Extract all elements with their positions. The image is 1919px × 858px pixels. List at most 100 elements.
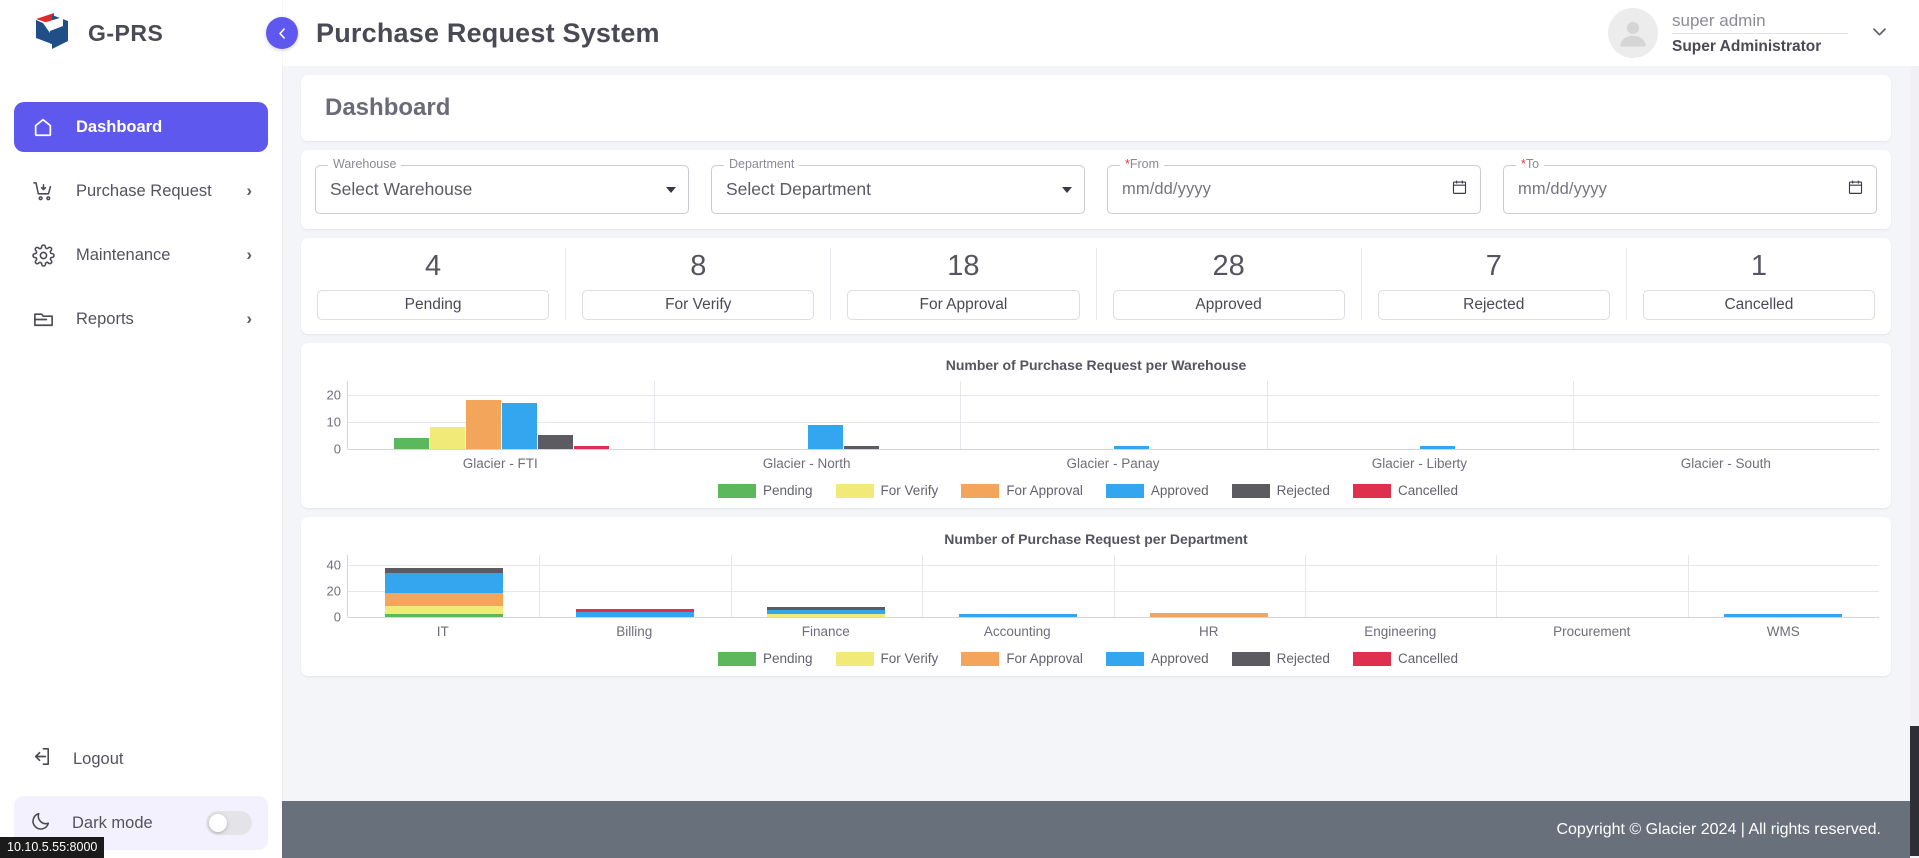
stacked-bar[interactable]	[767, 607, 886, 617]
bar-for-approval[interactable]	[465, 400, 501, 449]
bar-group	[1688, 555, 1879, 617]
folder-icon	[30, 308, 56, 331]
calendar-icon[interactable]	[1847, 178, 1864, 201]
legend-swatch	[961, 651, 1000, 666]
dark-mode-toggle[interactable]	[206, 811, 252, 835]
logout-button[interactable]: Logout	[14, 734, 268, 784]
dark-mode-label: Dark mode	[72, 813, 153, 832]
bar-pending[interactable]	[393, 438, 429, 449]
bar-approved[interactable]	[501, 402, 537, 449]
legend-label: Pending	[763, 483, 813, 498]
bar-segment-for-verify[interactable]	[767, 614, 886, 617]
legend-item[interactable]: Approved	[1105, 651, 1209, 666]
legend-item[interactable]: Cancelled	[1352, 651, 1458, 666]
bar-segment-for-approval[interactable]	[384, 593, 503, 607]
chart-legend: Pending For Verify For Approval Approved Rej…	[313, 483, 1879, 498]
bar-approved[interactable]	[1420, 446, 1456, 449]
chevron-right-icon: ›	[246, 245, 252, 264]
gridline	[348, 449, 1879, 450]
bar-group	[960, 381, 1266, 449]
warehouse-select[interactable]: Select Warehouse	[315, 165, 689, 214]
department-select[interactable]: Select Department	[711, 165, 1085, 214]
status-label-button[interactable]: Cancelled	[1642, 290, 1876, 320]
status-label-button[interactable]: For Approval	[847, 290, 1080, 320]
chart-plot: 0 20 40	[313, 555, 1879, 625]
bar-approved[interactable]	[1114, 446, 1149, 449]
sidebar: G-PRS Dashboard Purchase Request › Maint…	[0, 0, 282, 858]
stacked-bar[interactable]	[576, 608, 695, 617]
department-filter-label: Department	[724, 157, 800, 171]
bar-for-verify[interactable]	[429, 427, 465, 449]
bar-segment-approved[interactable]	[384, 572, 503, 594]
stacked-bar[interactable]	[1150, 613, 1269, 617]
x-tick-label: Billing	[616, 624, 653, 639]
bar-approved[interactable]	[807, 424, 843, 449]
bar-segment-approved[interactable]	[576, 611, 695, 617]
bar-segment-approved[interactable]	[958, 614, 1077, 617]
scrollbar-thumb[interactable]	[1910, 726, 1919, 856]
bar-segment-approved[interactable]	[1724, 614, 1843, 617]
bar-group	[539, 555, 730, 617]
user-menu[interactable]: super admin Super Administrator	[1608, 8, 1889, 58]
sidebar-item-dashboard[interactable]: Dashboard	[14, 102, 268, 152]
sidebar-item-purchase-request[interactable]: Purchase Request ›	[14, 166, 268, 216]
legend-label: For Verify	[880, 651, 939, 666]
bar-segment-for-approval[interactable]	[1150, 613, 1269, 617]
sidebar-item-reports[interactable]: Reports ›	[14, 294, 268, 344]
bar-rejected[interactable]	[537, 435, 573, 449]
y-axis: 0 10 20	[313, 381, 347, 456]
scrollbar-track[interactable]	[1910, 66, 1919, 858]
filters-card: Warehouse Select Warehouse Department Se…	[301, 150, 1891, 229]
warehouse-filter[interactable]: Warehouse Select Warehouse	[315, 157, 689, 214]
bar-group	[654, 381, 960, 449]
to-date-input[interactable]: mm/dd/yyyy	[1503, 165, 1877, 214]
y-tick-label: 20	[326, 387, 341, 403]
bar-cancelled[interactable]	[573, 446, 609, 449]
user-info: super admin Super Administrator	[1672, 10, 1848, 57]
legend-item[interactable]: Pending	[718, 651, 813, 666]
legend-swatch	[1231, 483, 1270, 498]
legend-item[interactable]: Approved	[1105, 483, 1209, 498]
x-tick-label: Glacier - South	[1680, 456, 1771, 471]
gprs-logo-icon	[30, 11, 74, 55]
bar-group	[1305, 555, 1496, 617]
bar-rejected[interactable]	[843, 446, 879, 449]
status-count: 28	[1212, 250, 1245, 282]
stacked-bar[interactable]	[384, 567, 503, 617]
chevron-down-icon	[666, 186, 676, 193]
calendar-icon[interactable]	[1451, 178, 1468, 201]
moon-icon	[30, 810, 52, 837]
legend-item[interactable]: For Approval	[961, 483, 1083, 498]
status-label-button[interactable]: Pending	[317, 290, 550, 320]
bar-segment-pending[interactable]	[384, 614, 503, 617]
toggle-knob	[209, 814, 227, 832]
legend-item[interactable]: Rejected	[1231, 483, 1330, 498]
legend-item[interactable]: Pending	[718, 483, 813, 498]
stacked-bar[interactable]	[958, 614, 1077, 617]
legend-item[interactable]: Cancelled	[1352, 483, 1458, 498]
status-label-button[interactable]: Approved	[1112, 290, 1345, 320]
legend-item[interactable]: For Verify	[835, 651, 939, 666]
y-tick-label: 40	[326, 557, 341, 573]
status-count: 8	[690, 250, 707, 282]
legend-item[interactable]: For Approval	[961, 651, 1083, 666]
status-label-button[interactable]: Rejected	[1377, 290, 1610, 320]
sidebar-item-label: Purchase Request	[76, 181, 212, 200]
status-card-pending: 4 Pending	[301, 248, 567, 320]
status-label-button[interactable]: For Verify	[582, 290, 815, 320]
to-date-filter[interactable]: *To mm/dd/yyyy	[1503, 157, 1877, 214]
avatar	[1608, 8, 1658, 58]
chevron-down-icon[interactable]	[1870, 22, 1889, 45]
sidebar-collapse-button[interactable]	[266, 17, 298, 49]
department-filter[interactable]: Department Select Department	[711, 157, 1085, 214]
legend-item[interactable]: Rejected	[1231, 651, 1330, 666]
bar-group	[1267, 381, 1573, 449]
legend-item[interactable]: For Verify	[835, 483, 938, 498]
sidebar-item-maintenance[interactable]: Maintenance ›	[14, 230, 268, 280]
bar-segment-for-verify[interactable]	[384, 606, 503, 614]
from-date-filter[interactable]: *From mm/dd/yyyy	[1107, 157, 1481, 214]
stacked-bar[interactable]	[1724, 614, 1843, 617]
from-date-input[interactable]: mm/dd/yyyy	[1107, 165, 1481, 214]
user-name: super admin	[1672, 10, 1848, 34]
y-tick-label: 20	[326, 583, 341, 599]
